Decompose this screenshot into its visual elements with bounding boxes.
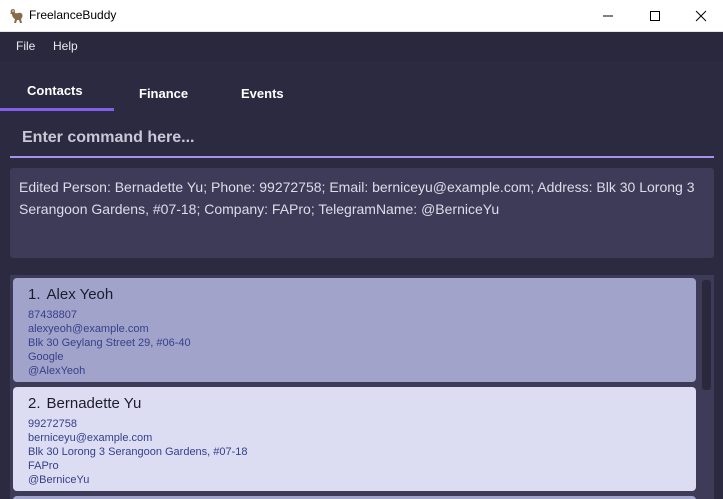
person-address: Blk 30 Geylang Street 29, #06-40 [28, 337, 191, 349]
list-scrollbar[interactable] [702, 280, 711, 390]
tab-bar: Contacts Finance Events [0, 61, 723, 111]
person-index: 2. [28, 395, 41, 412]
command-box [10, 120, 714, 158]
person-telegram: @BerniceYu [28, 474, 90, 486]
person-company: FAPro [28, 460, 59, 472]
person-email: berniceyu@example.com [28, 432, 153, 444]
person-index: 1. [28, 286, 41, 303]
command-input[interactable] [22, 129, 702, 147]
person-name: Alex Yeoh [46, 286, 114, 303]
active-tab-indicator [0, 108, 114, 111]
close-button[interactable] [678, 0, 723, 32]
person-list: 1. Alex Yeoh 87438807 alexyeoh@example.co… [10, 275, 714, 499]
person-company: Google [28, 351, 64, 363]
person-phone: 87438807 [28, 309, 77, 321]
close-icon [695, 10, 707, 22]
person-telegram: @AlexYeoh [28, 365, 86, 377]
app-logo-icon [8, 7, 24, 25]
person-email: alexyeoh@example.com [28, 323, 149, 335]
menu-file[interactable]: File [16, 39, 35, 53]
tab-contacts[interactable]: Contacts [27, 83, 83, 98]
menu-bar: File Help [0, 32, 723, 61]
menu-help[interactable]: Help [53, 39, 78, 53]
window-title: FreelanceBuddy [29, 8, 117, 22]
tab-finance[interactable]: Finance [139, 86, 188, 101]
maximize-icon [650, 11, 660, 21]
person-name: Bernadette Yu [46, 395, 142, 412]
minimize-icon [603, 15, 613, 17]
tab-events[interactable]: Events [241, 86, 284, 101]
person-card[interactable]: 2. Bernadette Yu 99272758 berniceyu@examp… [13, 387, 696, 491]
person-address: Blk 30 Lorong 3 Serangoon Gardens, #07-1… [28, 446, 248, 458]
person-card[interactable]: 1. Alex Yeoh 87438807 alexyeoh@example.co… [13, 278, 696, 382]
person-phone: 99272758 [28, 418, 77, 430]
maximize-button[interactable] [632, 0, 678, 32]
result-display: Edited Person: Bernadette Yu; Phone: 992… [10, 168, 714, 258]
minimize-button[interactable] [585, 0, 631, 32]
title-bar: FreelanceBuddy [0, 0, 723, 32]
